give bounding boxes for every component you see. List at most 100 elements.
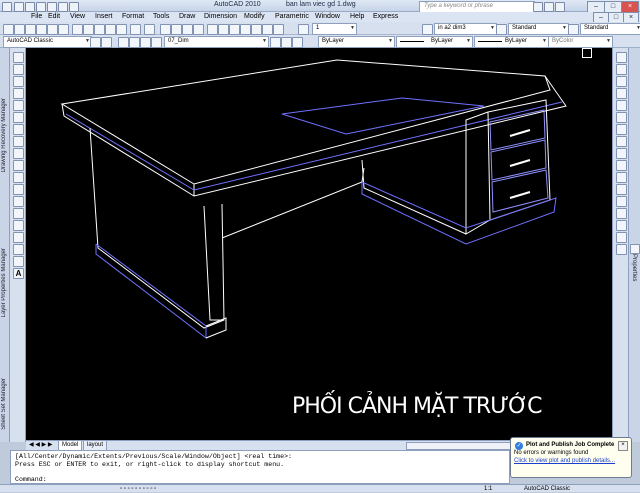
hatch-icon[interactable]	[13, 220, 24, 231]
menu-window[interactable]: Window	[315, 12, 340, 22]
layer-state-icon[interactable]	[298, 24, 309, 35]
join-icon[interactable]	[616, 208, 627, 219]
menu-dimension[interactable]: Dimension	[204, 12, 237, 22]
linetype-select[interactable]: ByLayer ▼	[396, 36, 473, 48]
cut-icon[interactable]	[72, 24, 83, 35]
palette-toggle-icon[interactable]	[630, 244, 640, 254]
multiline-text-icon[interactable]: A	[13, 268, 24, 279]
fillet-icon[interactable]	[616, 232, 627, 243]
table-style-select[interactable]: Standard ▼	[580, 23, 640, 35]
text-style-select[interactable]: Standard ▼	[508, 23, 569, 35]
stretch-icon[interactable]	[616, 148, 627, 159]
plot-icon[interactable]	[69, 2, 79, 12]
menu-file[interactable]: File	[31, 12, 42, 22]
notification-link[interactable]: Click to view plot and publish details..…	[514, 457, 628, 465]
workspace-icon[interactable]	[101, 37, 112, 48]
sheet-set-icon[interactable]	[240, 24, 251, 35]
dim-style-icon[interactable]	[422, 24, 433, 35]
insert-block-icon[interactable]	[13, 184, 24, 195]
layer-count-select[interactable]: 1 ▼	[312, 23, 357, 35]
ellipse-icon[interactable]	[13, 160, 24, 171]
redo-icon[interactable]	[58, 2, 68, 12]
explode-icon[interactable]	[616, 244, 627, 255]
menu-edit[interactable]: Edit	[48, 12, 60, 22]
spline-icon[interactable]	[13, 148, 24, 159]
scale-icon[interactable]	[616, 136, 627, 147]
polygon-icon[interactable]	[13, 88, 24, 99]
polyline-icon[interactable]	[13, 76, 24, 87]
help-icon[interactable]	[273, 24, 284, 35]
palette-layer-properties[interactable]: Layer Properties Manager	[1, 248, 7, 317]
save-icon[interactable]	[36, 2, 46, 12]
array-icon[interactable]	[616, 100, 627, 111]
make-block-icon[interactable]	[13, 196, 24, 207]
tab-nav-icon[interactable]: ◀ ◀ ▶ ▶	[29, 441, 52, 450]
table-icon[interactable]	[13, 256, 24, 267]
rectangle-icon[interactable]	[13, 100, 24, 111]
pan-icon[interactable]	[160, 24, 171, 35]
point-icon[interactable]	[13, 208, 24, 219]
line-icon[interactable]	[13, 52, 24, 63]
open-icon[interactable]	[25, 2, 35, 12]
zoom-realtime-icon[interactable]	[171, 24, 182, 35]
plotstyle-select[interactable]: ByColor ▼	[548, 36, 613, 48]
erase-icon[interactable]	[616, 52, 627, 63]
publish-icon[interactable]	[58, 24, 69, 35]
extend-icon[interactable]	[616, 172, 627, 183]
menu-express[interactable]: Express	[373, 12, 398, 22]
search-icon[interactable]	[533, 2, 543, 12]
lineweight-select[interactable]: ByLayer ▼	[474, 36, 549, 48]
menu-modify[interactable]: Modify	[244, 12, 265, 22]
redo-tb-icon[interactable]	[144, 24, 155, 35]
properties-icon[interactable]	[207, 24, 218, 35]
menu-draw[interactable]: Draw	[179, 12, 195, 22]
gradient-icon[interactable]	[13, 232, 24, 243]
rotate-icon[interactable]	[616, 124, 627, 135]
match-properties-icon[interactable]	[105, 24, 116, 35]
zoom-previous-icon[interactable]	[193, 24, 204, 35]
layer-states-icon[interactable]	[292, 37, 303, 48]
trim-icon[interactable]	[616, 160, 627, 171]
palette-sheet-set[interactable]: Sheet Set Manager	[1, 378, 7, 430]
layer-properties-icon[interactable]	[118, 37, 129, 48]
block-editor-icon[interactable]	[116, 24, 127, 35]
text-style-icon[interactable]	[496, 24, 507, 35]
mirror-icon[interactable]	[616, 76, 627, 87]
circle-icon[interactable]	[13, 124, 24, 135]
offset-icon[interactable]	[616, 88, 627, 99]
workspace-select[interactable]: AutoCAD Classic ▼	[3, 36, 92, 48]
communication-center-icon[interactable]	[544, 2, 554, 12]
break-at-point-icon[interactable]	[616, 184, 627, 195]
chamfer-icon[interactable]	[616, 220, 627, 231]
undo-tb-icon[interactable]	[130, 24, 141, 35]
region-icon[interactable]	[13, 244, 24, 255]
table-style-icon[interactable]	[568, 24, 579, 35]
save-file-icon[interactable]	[25, 24, 36, 35]
layer-select[interactable]: 07_Dim ▼	[164, 36, 269, 48]
color-select[interactable]: ByLayer ▼	[318, 36, 395, 48]
qnew-icon[interactable]	[3, 24, 14, 35]
palette-drawing-recovery[interactable]: Drawing Recovery Manager	[1, 98, 7, 172]
layer-lock-icon[interactable]	[151, 37, 162, 48]
new-icon[interactable]	[14, 2, 24, 12]
layer-on-icon[interactable]	[129, 37, 140, 48]
open-file-icon[interactable]	[14, 24, 25, 35]
break-icon[interactable]	[616, 196, 627, 207]
make-current-layer-icon[interactable]	[270, 37, 281, 48]
paste-icon[interactable]	[94, 24, 105, 35]
copy-icon[interactable]	[83, 24, 94, 35]
menu-parametric[interactable]: Parametric	[275, 12, 309, 22]
design-center-icon[interactable]	[218, 24, 229, 35]
app-menu-icon[interactable]	[2, 2, 12, 12]
dim-style-select[interactable]: in a2 dim3 ▼	[434, 23, 497, 35]
plot-preview-icon[interactable]	[47, 24, 58, 35]
menu-insert[interactable]: Insert	[95, 12, 113, 22]
revision-cloud-icon[interactable]	[13, 136, 24, 147]
menu-help[interactable]: Help	[350, 12, 364, 22]
undo-icon[interactable]	[47, 2, 57, 12]
zoom-window-icon[interactable]	[182, 24, 193, 35]
arc-icon[interactable]	[13, 112, 24, 123]
menu-format[interactable]: Format	[122, 12, 144, 22]
markup-icon[interactable]	[251, 24, 262, 35]
favorites-icon[interactable]	[555, 2, 565, 12]
